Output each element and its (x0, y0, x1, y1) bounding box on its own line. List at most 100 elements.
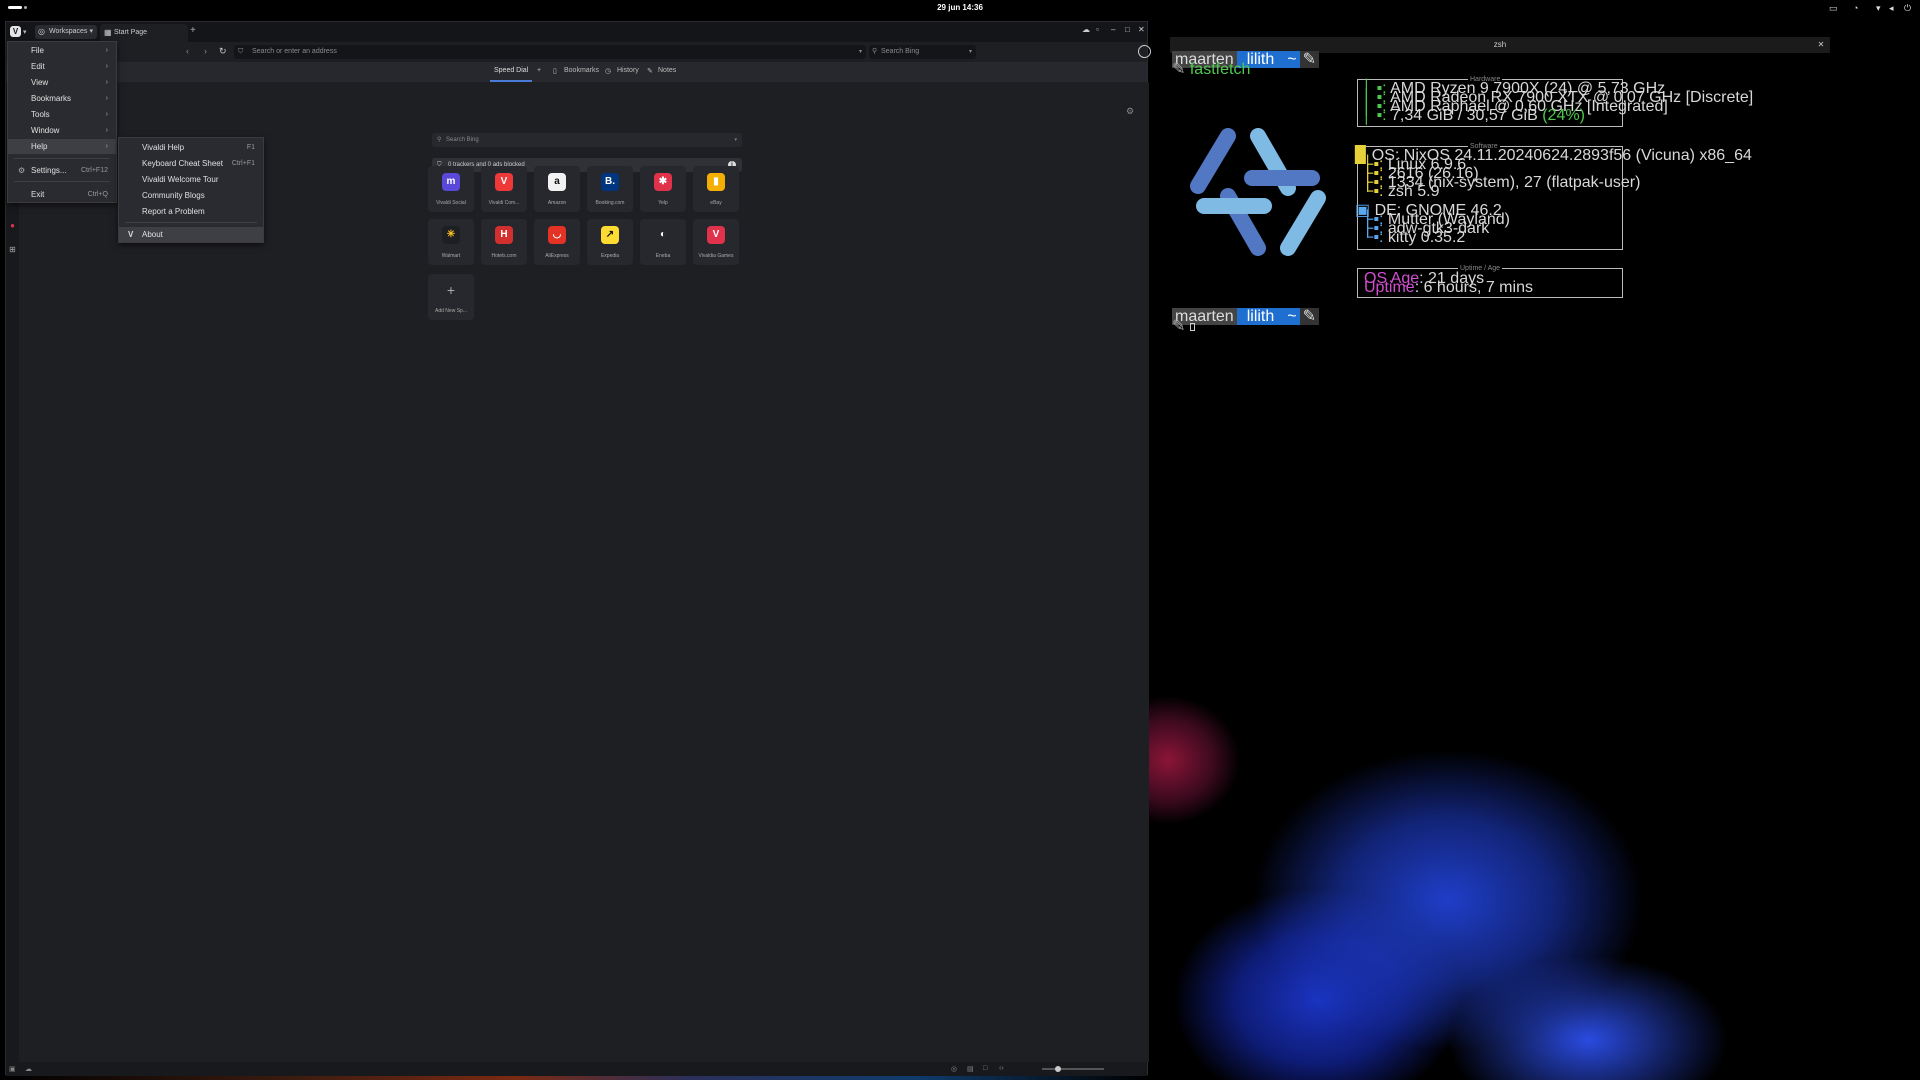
nixos-lambda (1190, 128, 1236, 194)
speed-dial-tile[interactable]: ◡ AliExpress (534, 219, 580, 265)
add-icon[interactable]: + (537, 67, 541, 74)
menu-item-report-problem[interactable]: Report a Problem (119, 204, 263, 219)
menu-item-view[interactable]: View › (8, 75, 116, 90)
menu-item-settings[interactable]: ⚙ Settings... Ctrl+F12 (8, 163, 116, 178)
tab-notes[interactable]: Notes (658, 67, 676, 74)
speed-dial-tile[interactable]: a Amazon (534, 166, 580, 212)
menu-item-community-blogs[interactable]: Community Blogs (119, 188, 263, 203)
cloud-icon[interactable]: ☁ (25, 1065, 32, 1073)
speed-dial-label: Expedia (600, 253, 620, 259)
speed-dial-tile[interactable]: V Vivaldi Com... (481, 166, 527, 212)
menu-separator (14, 181, 110, 182)
uptime-key: Uptime (1364, 279, 1415, 296)
hw-memory: 7,34 GiB / 30,57 GiB (1391, 107, 1538, 124)
menu-item-bookmarks[interactable]: Bookmarks › (8, 91, 116, 106)
add-panel-icon[interactable]: ⊞ (8, 245, 17, 254)
menu-item-exit[interactable]: Exit Ctrl+Q (8, 187, 116, 202)
chevron-down-icon[interactable]: ▾ (969, 45, 972, 59)
side-panel-bar: ● ⊞ ⚙ (6, 82, 19, 1077)
chevron-right-icon: › (105, 63, 108, 70)
speed-dial-tile[interactable]: ✳ Walmart (428, 219, 474, 265)
gear-icon: ⚙ (18, 166, 26, 175)
input-line[interactable]: ✎ (1172, 319, 1195, 335)
clock[interactable]: 29 jun 14:36 (0, 3, 1920, 12)
wifi-icon[interactable]: ▾ (1876, 3, 1881, 14)
speed-dial-tile[interactable]: ◐ Eneba (640, 219, 686, 265)
chevron-down-icon[interactable]: ▾ (859, 45, 862, 59)
chevron-down-icon[interactable]: ▾ (23, 28, 27, 36)
menu-item-label: Report a Problem (142, 207, 205, 216)
profile-icon[interactable] (1138, 45, 1151, 58)
tab-bookmarks[interactable]: Bookmarks (564, 67, 599, 74)
sync-icon[interactable]: ◔ (1853, 3, 1858, 13)
menu-item-label: Vivaldi Welcome Tour (142, 175, 219, 184)
menu-item-file[interactable]: File › (8, 43, 116, 58)
speed-dial-logo-icon: ◡ (548, 226, 566, 244)
gear-icon[interactable]: ⚙ (1126, 106, 1134, 117)
power-icon[interactable]: ⏻ (1904, 3, 1911, 14)
speed-dial-tile[interactable]: ✱ Yelp (640, 166, 686, 212)
menu-item-label: Help (31, 142, 48, 151)
menu-item-keyboard-cheat-sheet[interactable]: Keyboard Cheat Sheet Ctrl+F1 (119, 156, 263, 171)
tab-history[interactable]: History (617, 67, 639, 74)
chevron-down-icon[interactable]: ▾ (734, 133, 737, 147)
speed-dial-label: Vivaldi Com... (488, 200, 520, 206)
speed-dial-tile[interactable]: B. Booking.com (587, 166, 633, 212)
zoom-slider-knob[interactable] (1055, 1066, 1061, 1072)
tab-start-page[interactable]: ▦ Start Page (100, 24, 188, 42)
menu-item-welcome-tour[interactable]: Vivaldi Welcome Tour (119, 172, 263, 187)
minimize-button[interactable]: – (1111, 25, 1115, 34)
trash-icon[interactable]: ▫ (1096, 25, 1099, 34)
vivaldi-main-menu: File › Edit › View › Bookmarks › Tools › Wind… (7, 41, 117, 203)
close-button[interactable]: ✕ (1138, 25, 1145, 34)
reload-icon[interactable]: ↻ (219, 46, 227, 57)
zoom-slider[interactable] (1042, 1068, 1104, 1070)
menu-item-tools[interactable]: Tools › (8, 107, 116, 122)
workspaces-label: Workspaces (49, 28, 88, 35)
panel-toggle-icon[interactable]: ▣ (9, 1065, 16, 1073)
git-icon: ✎ (1299, 308, 1320, 325)
speed-dial-label: Vivaldi Social (436, 200, 466, 206)
prompt-dir: ~ (1284, 51, 1300, 68)
menu-item-edit[interactable]: Edit › (8, 59, 116, 74)
page-actions-icon[interactable]: ‹› (999, 1065, 1004, 1072)
speed-dial-tile[interactable]: ↗ Expedia (587, 219, 633, 265)
plus-icon: + (446, 282, 456, 298)
speed-dial-tile[interactable]: H Hotels.com (481, 219, 527, 265)
chevron-right-icon[interactable]: › (204, 46, 207, 56)
workspaces-button[interactable]: ◎ Workspaces ▾ (35, 25, 97, 39)
chevron-right-icon: › (105, 79, 108, 86)
speed-dial-search[interactable]: ⚲ Search Bing ▾ (432, 133, 742, 147)
speed-dial-tile[interactable]: V Vivaldia Games (693, 219, 739, 265)
image-icon[interactable]: ▤ (967, 1065, 974, 1073)
discord-icon[interactable]: ▭ (1829, 3, 1838, 14)
menu-item-help[interactable]: Help › (8, 139, 116, 154)
search-placeholder: Search Bing (881, 48, 920, 55)
tiling-icon[interactable]: □ (983, 1065, 987, 1072)
add-speed-dial[interactable]: + Add New Sp... (428, 274, 474, 320)
menu-item-about[interactable]: V About (119, 227, 263, 242)
menu-item-window[interactable]: Window › (8, 123, 116, 138)
vivaldi-logo-icon: V (128, 230, 134, 239)
bookmark-icon: ▯ (553, 68, 557, 75)
speed-dial-tile[interactable]: m Vivaldi Social (428, 166, 474, 212)
vivaldi-panel-icon[interactable]: ● (8, 221, 17, 230)
vivaldi-menu-icon[interactable]: V (10, 26, 21, 37)
tab-speed-dial[interactable]: Speed Dial (494, 67, 528, 74)
volume-icon[interactable]: ◂ (1889, 3, 1894, 14)
chevron-left-icon[interactable]: ‹ (186, 46, 189, 56)
maximize-button[interactable]: □ (1125, 25, 1130, 34)
close-button[interactable]: ✕ (1816, 40, 1826, 50)
new-tab-button[interactable]: + (190, 25, 196, 36)
speed-dial-tile[interactable]: ▮ eBay (693, 166, 739, 212)
memory-icon: │ ▪: (1362, 107, 1392, 124)
capture-icon[interactable]: ◎ (951, 1065, 957, 1073)
shortcut-label: F1 (246, 144, 255, 151)
menu-item-vivaldi-help[interactable]: Vivaldi Help F1 (119, 140, 263, 155)
shield-icon[interactable]: ⛉ (238, 45, 243, 59)
shortcut-label: Ctrl+Q (87, 191, 108, 198)
cloud-icon[interactable]: ☁ (1082, 25, 1090, 34)
top-bar: 29 jun 14:36 ▭ ◔ ▾ ◂ ⏻ (0, 0, 1920, 16)
search-input[interactable]: ⚲ Search Bing ▾ (869, 45, 976, 59)
address-input[interactable]: ⛉ Search or enter an address ▾ (234, 45, 866, 59)
